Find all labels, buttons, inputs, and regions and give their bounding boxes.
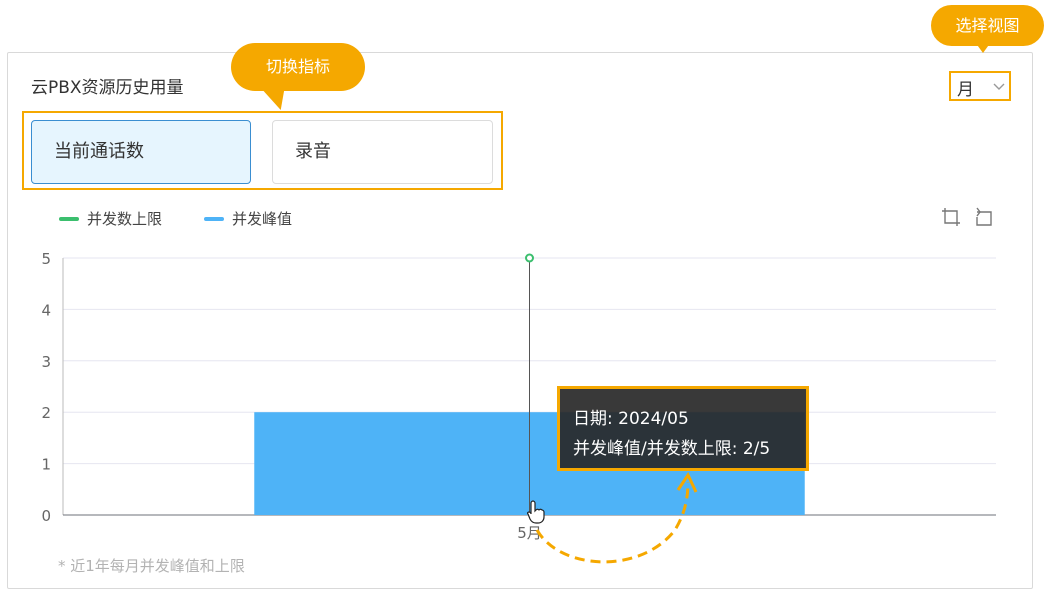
chart-footnote: * 近1年每月并发峰值和上限 — [58, 557, 245, 575]
annotation-arrow — [535, 471, 698, 564]
